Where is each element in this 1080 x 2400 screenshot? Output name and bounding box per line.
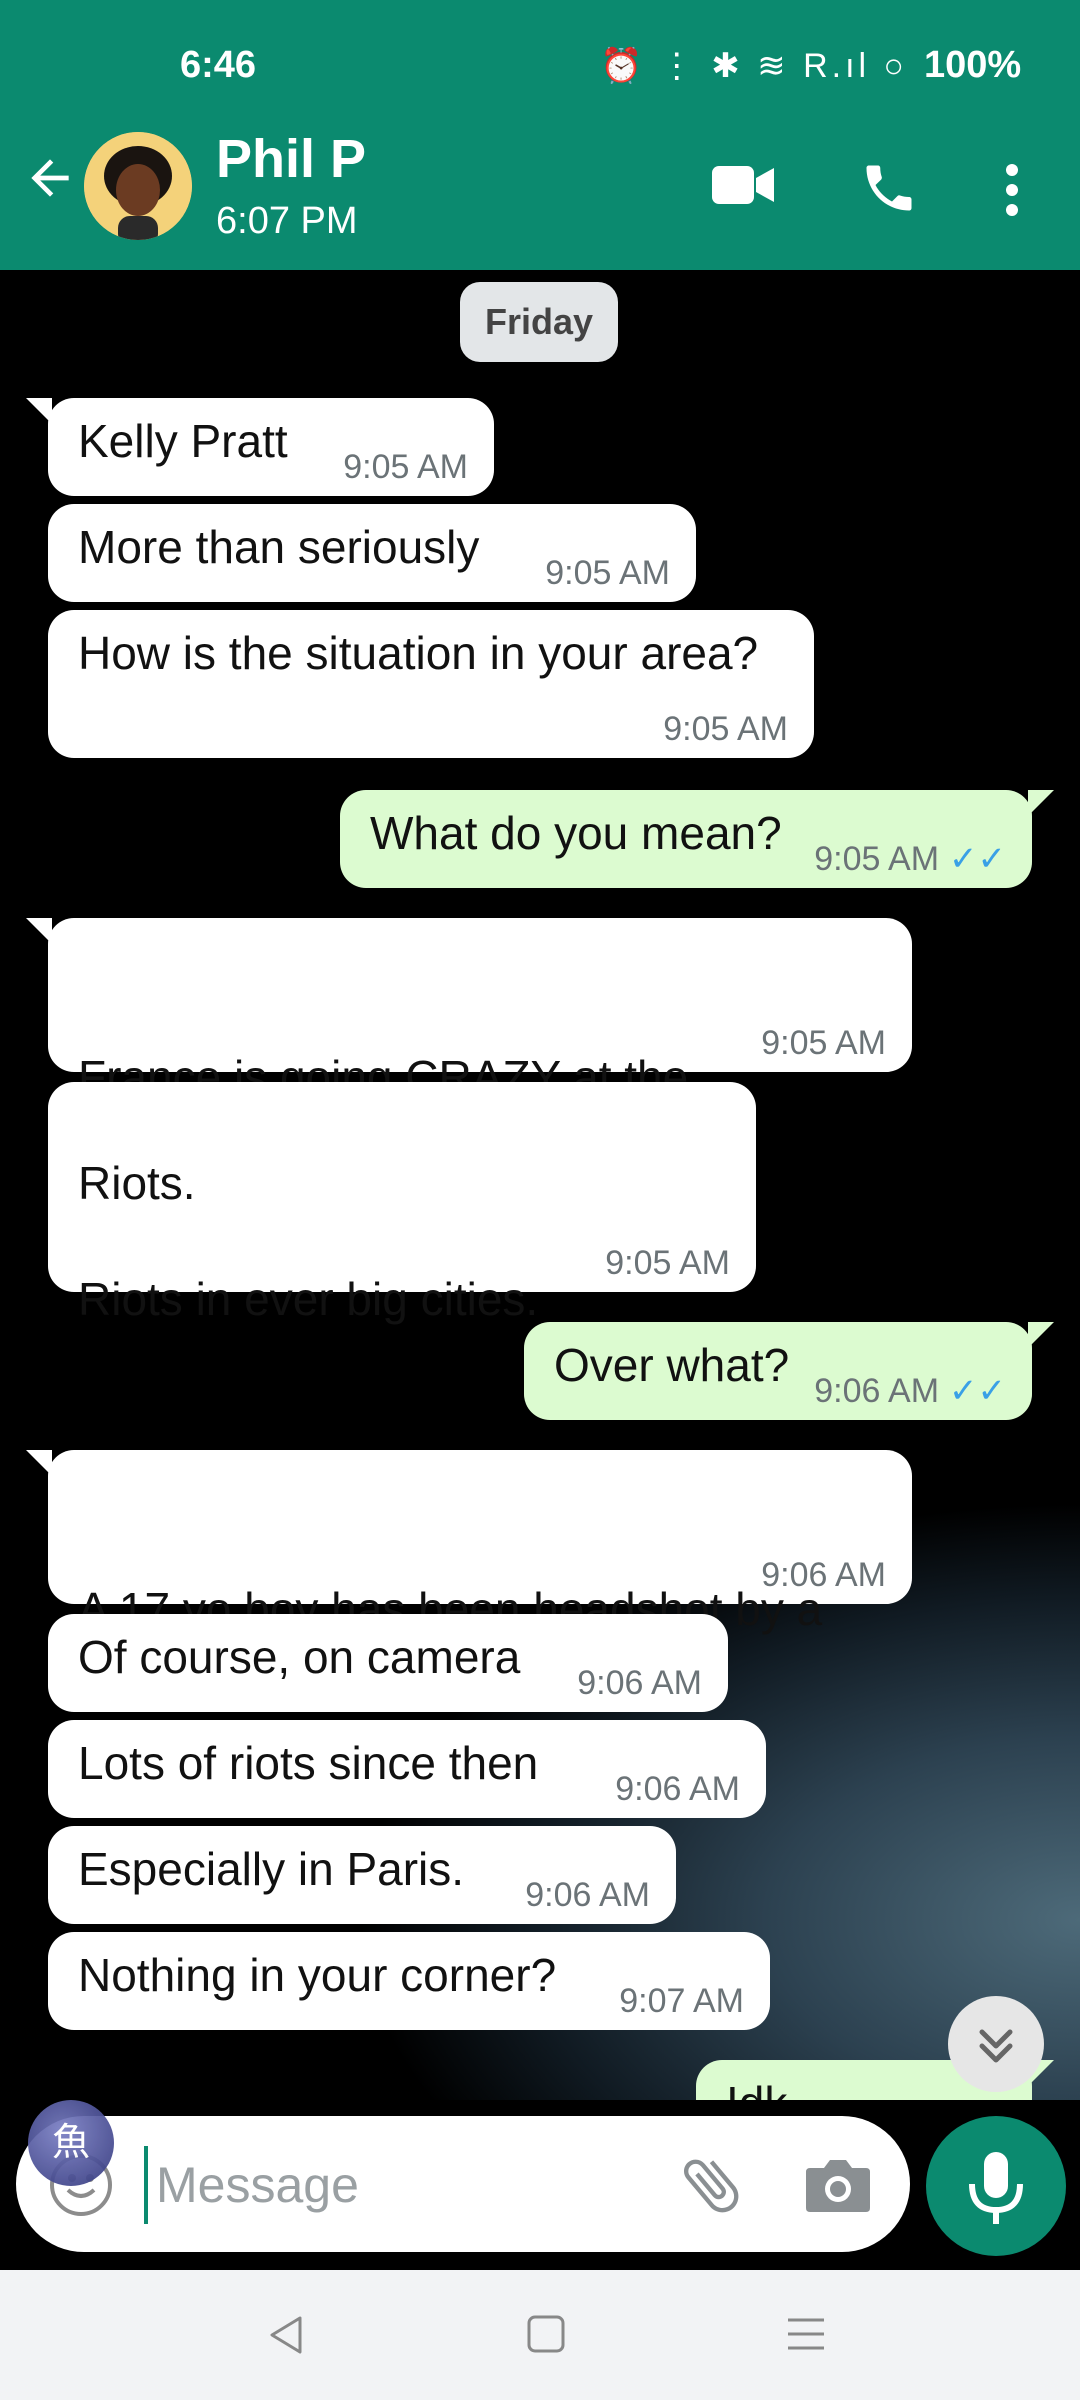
message-time: 9:06 AM xyxy=(525,1876,650,1914)
message-composer xyxy=(16,2116,910,2252)
mic-icon[interactable] xyxy=(926,2116,1066,2256)
message-incoming[interactable]: A 17 yo boy has been headshot by a polic… xyxy=(26,1450,912,1693)
message-text: Over what? xyxy=(554,1339,790,1391)
attach-icon[interactable] xyxy=(676,2150,746,2220)
message-text: Of course, on camera xyxy=(78,1631,521,1683)
day-separator: Friday xyxy=(460,282,618,362)
message-text: Lots of riots since then xyxy=(78,1737,539,1789)
chat-area[interactable]: Friday Kelly Pratt 9:05 AM More than ser… xyxy=(0,270,1080,2100)
message-incoming[interactable]: Lots of riots since then 9:06 AM xyxy=(48,1720,766,1818)
message-text: More than seriously xyxy=(78,521,480,573)
last-seen: 6:07 PM xyxy=(216,200,358,242)
message-time: 9:05 AM xyxy=(663,710,788,748)
message-text: How is the situation in your area? xyxy=(78,627,759,679)
message-incoming[interactable]: Of course, on camera 9:06 AM xyxy=(48,1614,728,1712)
message-time: 9:07 AM xyxy=(619,1982,744,2020)
message-time: 9:05 AM xyxy=(605,1244,730,1282)
message-time: 9:06 AM ✓✓ xyxy=(814,1372,1006,1410)
battery-level: 100% xyxy=(924,44,1022,86)
video-call-icon[interactable] xyxy=(712,160,774,210)
message-text: Riots. Riots in ever big cities. xyxy=(78,1157,539,1325)
message-time: 9:05 AM xyxy=(545,554,670,592)
message-incoming[interactable]: How is the situation in your area? 9:05 … xyxy=(48,610,814,758)
message-incoming[interactable]: More than seriously 9:05 AM xyxy=(48,504,696,602)
message-time: 9:05 AM ✓✓ xyxy=(814,840,1006,878)
avatar[interactable] xyxy=(84,132,192,240)
system-nav-bar xyxy=(0,2270,1080,2400)
message-time: 9:05 AM xyxy=(343,448,468,486)
message-incoming[interactable]: Especially in Paris. 9:06 AM xyxy=(48,1826,676,1924)
message-incoming[interactable]: Riots. Riots in ever big cities. 9:05 AM xyxy=(48,1082,756,1325)
read-ticks-icon: ✓✓ xyxy=(949,840,1006,878)
read-ticks-icon: ✓✓ xyxy=(949,1372,1006,1410)
nav-back-icon[interactable] xyxy=(264,2312,310,2363)
message-time: 9:06 AM xyxy=(615,1770,740,1808)
message-incoming[interactable]: France is going CRAZY at the moment 9:05… xyxy=(26,918,912,1161)
more-vert-icon[interactable] xyxy=(994,160,1030,220)
message-input[interactable] xyxy=(144,2146,678,2224)
nav-home-icon[interactable] xyxy=(526,2314,566,2359)
message-outgoing[interactable]: What do you mean? 9:05 AM ✓✓ xyxy=(340,790,1054,888)
status-time: 6:46 xyxy=(180,44,257,86)
back-arrow-icon[interactable] xyxy=(22,150,78,217)
message-outgoing[interactable]: Over what? 9:06 AM ✓✓ xyxy=(524,1322,1054,1420)
message-time: 9:05 AM xyxy=(761,1024,886,1062)
scroll-down-icon[interactable] xyxy=(948,1996,1044,2092)
message-text: Especially in Paris. xyxy=(78,1843,465,1895)
contact-name[interactable]: Phil P xyxy=(216,128,366,190)
camera-icon[interactable] xyxy=(804,2152,872,2216)
nav-recents-icon[interactable] xyxy=(784,2314,828,2359)
message-text: Kelly Pratt xyxy=(78,415,288,467)
message-text: What do you mean? xyxy=(370,807,782,859)
message-incoming[interactable]: Nothing in your corner? 9:07 AM xyxy=(48,1932,770,2030)
message-text: Idk xyxy=(726,2077,787,2100)
message-incoming[interactable]: Kelly Pratt 9:05 AM xyxy=(26,398,494,496)
message-text: Nothing in your corner? xyxy=(78,1949,557,2001)
message-time: 9:06 AM xyxy=(577,1664,702,1702)
message-time: 9:06 AM xyxy=(761,1556,886,1594)
phone-icon[interactable] xyxy=(858,158,920,218)
floating-assistant-bubble[interactable]: 魚 xyxy=(28,2100,114,2186)
app-header: 6:46 ⏰ ⋮ ✱ ≋ R.ıl ○ 100% Phil P 6:07 PM xyxy=(0,0,1080,270)
status-icons: ⏰ ⋮ ✱ ≋ R.ıl ○ xyxy=(600,47,909,85)
